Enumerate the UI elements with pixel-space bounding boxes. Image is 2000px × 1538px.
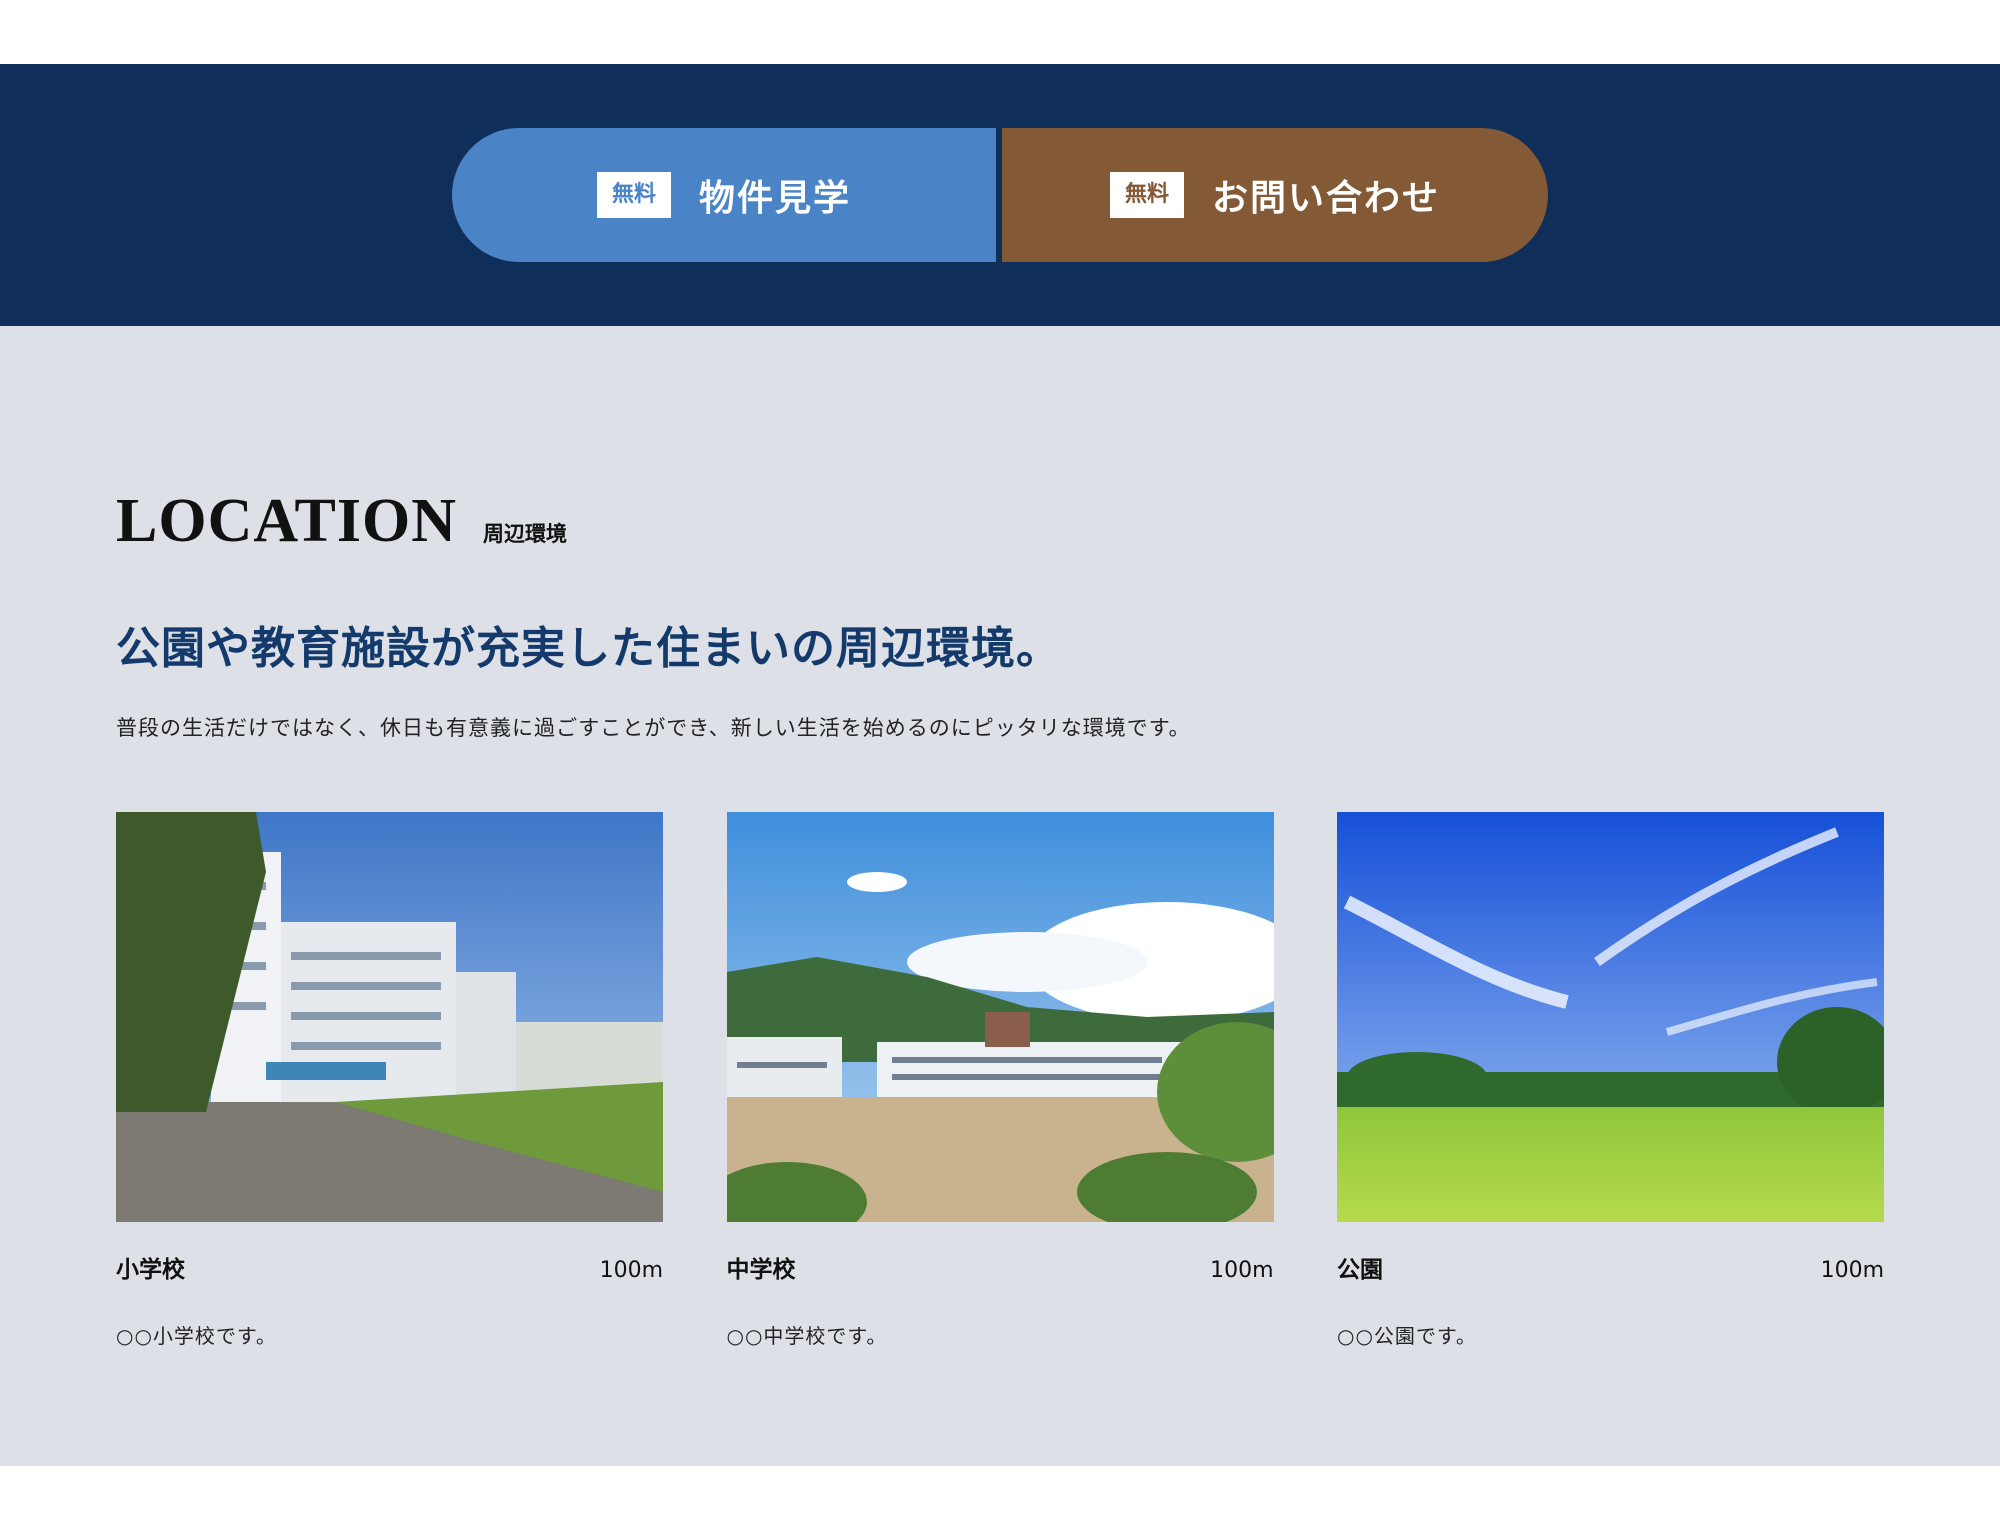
card-meta: 公園 100m xyxy=(1337,1250,1884,1284)
facility-name: 公園 xyxy=(1337,1257,1383,1283)
card-meta: 中学校 100m xyxy=(727,1250,1274,1284)
lead-heading: 公園や教育施設が充実した住まいの周辺環境。 xyxy=(116,623,1061,674)
section-heading: LOCATION 周辺環境 xyxy=(116,486,567,557)
contact-button[interactable]: 無料 お問い合わせ xyxy=(1002,128,1548,262)
facility-card-park: 公園 100m ○○公園です。 xyxy=(1337,812,1884,1349)
property-tour-label: 物件見学 xyxy=(698,178,851,219)
top-spacer xyxy=(0,0,2000,64)
elementary-school-photo xyxy=(116,812,663,1222)
facility-description: ○○公園です。 xyxy=(1337,1324,1477,1348)
location-section: LOCATION 周辺環境 公園や教育施設が充実した住まいの周辺環境。 普段の生… xyxy=(0,326,2000,1466)
facility-description: ○○小学校です。 xyxy=(116,1324,277,1348)
park-photo xyxy=(1337,812,1884,1222)
facility-name: 小学校 xyxy=(116,1257,185,1283)
facility-distance: 100m xyxy=(599,1258,663,1283)
junior-high-school-photo xyxy=(726,812,1274,1222)
section-title-en: LOCATION xyxy=(116,487,458,555)
contact-label: お問い合わせ xyxy=(1211,178,1440,219)
facility-card-junior-high: 中学校 100m ○○中学校です。 xyxy=(726,812,1274,1349)
facility-distance: 100m xyxy=(1820,1258,1884,1283)
free-badge: 無料 xyxy=(596,172,671,218)
card-meta: 小学校 100m xyxy=(116,1250,663,1284)
facility-description: ○○中学校です。 xyxy=(726,1324,888,1348)
facility-name: 中学校 xyxy=(726,1257,796,1283)
facility-card-elementary: 小学校 100m ○○小学校です。 xyxy=(116,812,663,1349)
cta-band: 無料 物件見学 無料 お問い合わせ xyxy=(0,64,2000,326)
section-title-ja: 周辺環境 xyxy=(483,522,568,546)
section-description: 普段の生活だけではなく、休日も有意義に過ごすことができ、新しい生活を始めるのにピ… xyxy=(116,716,1191,740)
property-tour-button[interactable]: 無料 物件見学 xyxy=(452,128,996,262)
free-badge: 無料 xyxy=(1109,172,1184,218)
bottom-spacer xyxy=(0,1466,2000,1538)
cta-button-group: 無料 物件見学 無料 お問い合わせ xyxy=(452,128,1548,262)
facility-distance: 100m xyxy=(1210,1258,1274,1283)
facility-card-list: 小学校 100m ○○小学校です。 中学校 100m ○○中学校です。 公園 1… xyxy=(116,812,1884,1349)
